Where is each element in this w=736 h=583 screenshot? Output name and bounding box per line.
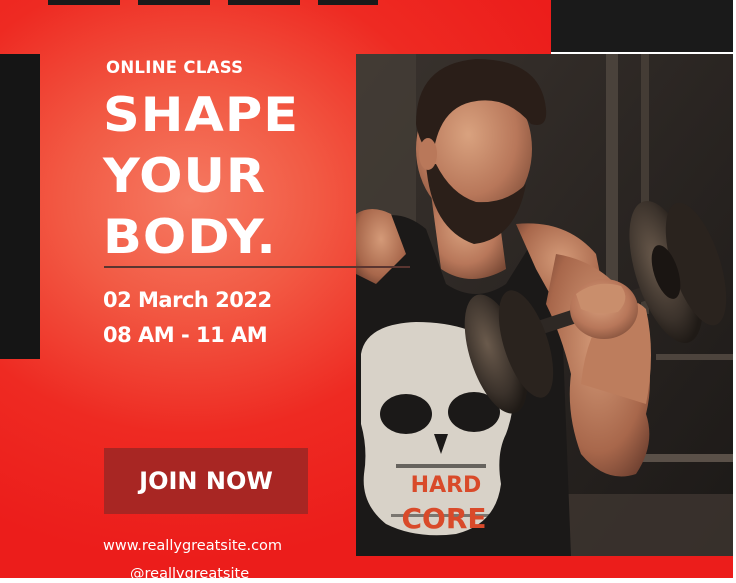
join-now-button[interactable]: JOIN NOW <box>104 448 308 514</box>
online-class-label: ONLINE CLASS <box>106 58 244 77</box>
top-right-black-block <box>551 0 736 52</box>
shirt-text-hard: HARD <box>411 473 482 498</box>
athlete-photo-illustration: HARD CORE <box>356 54 733 556</box>
headline: SHAPE YOUR BODY. <box>103 88 299 271</box>
class-date: 02 March 2022 <box>103 288 272 312</box>
frame-edge-bottom <box>0 578 736 583</box>
poster: ONLINE CLASS SHAPE YOUR BODY. 02 March 2… <box>0 0 736 583</box>
left-black-bar <box>0 54 40 359</box>
top-decorative-stripes <box>48 0 378 5</box>
shirt-text-core: CORE <box>401 502 486 535</box>
website-link[interactable]: www.reallygreatsite.com <box>103 538 282 554</box>
headline-line-1: SHAPE <box>103 88 300 144</box>
class-time: 08 AM - 11 AM <box>103 323 268 347</box>
headline-line-3: BODY. <box>103 210 277 266</box>
headline-divider <box>104 266 410 268</box>
athlete-photo: HARD CORE <box>356 54 733 556</box>
headline-line-2: YOUR <box>103 149 267 205</box>
